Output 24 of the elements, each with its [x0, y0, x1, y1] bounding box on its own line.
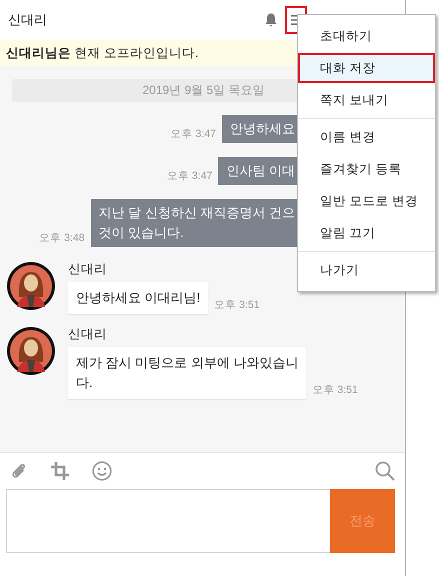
menu-item[interactable]: 대화 저장 — [298, 53, 435, 83]
message-time: 오후 3:51 — [214, 298, 260, 312]
smiley-icon[interactable] — [92, 461, 112, 481]
menu-item[interactable]: 쪽지 보내기 — [298, 85, 435, 115]
search-icon[interactable] — [375, 461, 395, 481]
chat-title: 신대리 — [8, 11, 48, 29]
menu-item[interactable]: 즐겨찾기 등록 — [298, 154, 435, 184]
message-time: 오후 3:48 — [39, 231, 85, 245]
bell-icon[interactable] — [265, 13, 277, 27]
message-time: 오후 3:47 — [167, 169, 212, 183]
sender-name: 신대리 — [68, 326, 108, 343]
menu-item[interactable]: 알림 끄기 — [298, 218, 435, 248]
message-bubble: 안녕하세요 이대리님! — [68, 282, 208, 314]
message-bubble: 제가 잠시 미팅으로 외부에 나와있습니 다. — [68, 347, 306, 399]
menu-item[interactable]: 초대하기 — [298, 21, 435, 51]
menu-item[interactable]: 나가기 — [298, 255, 435, 285]
paperclip-icon[interactable] — [10, 462, 28, 480]
sender-name: 신대리 — [68, 261, 108, 278]
menu-item[interactable]: 일반 모드로 변경 — [298, 186, 435, 216]
message-time: 오후 3:47 — [170, 127, 216, 141]
message-time: 오후 3:51 — [312, 383, 358, 397]
menu-item[interactable]: 이름 변경 — [298, 122, 435, 152]
crop-icon[interactable] — [50, 461, 70, 481]
message-input[interactable] — [6, 489, 330, 553]
